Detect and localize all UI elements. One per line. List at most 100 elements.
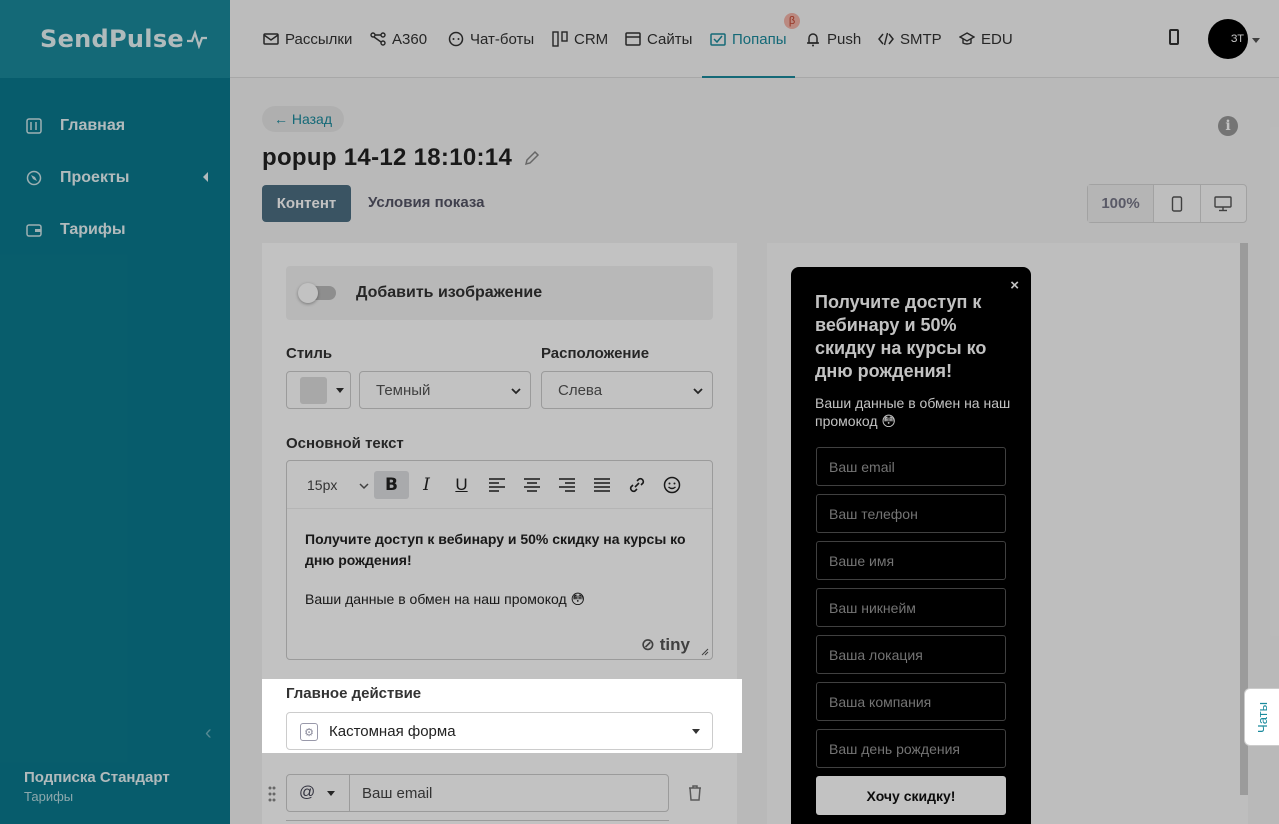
dashboard-icon — [26, 118, 42, 134]
editor-content[interactable]: Получите доступ к вебинару и 50% скидку … — [287, 509, 712, 630]
add-image-toggle[interactable] — [298, 283, 336, 303]
chats-tab[interactable]: Чаты — [1244, 688, 1279, 746]
popup-preview: × Получите доступ к вебинару и 50% скидк… — [791, 267, 1031, 824]
popup-field[interactable]: Ваш телефон — [816, 494, 1006, 533]
popup-field[interactable]: Ваш email — [816, 447, 1006, 486]
sidebar-item-label: Главная — [60, 117, 126, 134]
preview-mode-group: 100% — [1087, 184, 1247, 223]
chevron-down-icon[interactable] — [1252, 38, 1260, 43]
font-size-select[interactable]: 15px — [299, 471, 374, 499]
popup-field[interactable]: Ваша компания — [816, 682, 1006, 721]
topnav-item-popups[interactable]: Попапы — [702, 0, 795, 78]
plan-subtitle[interactable]: Тарифы — [24, 789, 170, 804]
mobile-preview-button[interactable] — [1154, 185, 1201, 222]
topnav-item-push[interactable]: Push — [805, 0, 861, 78]
sidebar-item-label: Проекты — [60, 169, 130, 186]
field-name-input[interactable]: Ваш email — [349, 774, 669, 812]
font-size-value: 15px — [307, 476, 338, 493]
position-select[interactable]: Слева — [541, 371, 713, 409]
color-picker[interactable] — [286, 371, 351, 409]
popup-subtext: Ваши данные в обмен на наш промокод 😳 — [815, 395, 1011, 429]
plan-info[interactable]: Подписка Стандарт Тарифы — [24, 769, 170, 804]
popup-submit-button[interactable]: Хочу скидку! — [816, 776, 1006, 815]
crm-icon — [552, 31, 568, 47]
gear-icon: ⚙ — [300, 723, 318, 741]
topnav-item-chatbots[interactable]: Чат-боты — [448, 0, 534, 78]
chevron-down-icon — [511, 388, 521, 395]
style-select-value: Темный — [376, 381, 431, 399]
chevron-down-icon — [327, 790, 336, 796]
popup-heading: Получите доступ к вебинару и 50% скидку … — [815, 292, 987, 381]
sidebar-item-tariffs[interactable]: Тарифы — [0, 204, 230, 256]
field-type-select[interactable]: @ — [286, 774, 350, 812]
popup-field[interactable]: Ваше имя — [816, 541, 1006, 580]
align-left-icon[interactable] — [479, 471, 514, 499]
style-select[interactable]: Темный — [359, 371, 531, 409]
zoom-level[interactable]: 100% — [1088, 185, 1154, 222]
chevron-down-icon — [336, 387, 344, 393]
sidebar-item-projects[interactable]: Проекты — [0, 152, 230, 204]
back-button[interactable]: ← Назад — [262, 106, 345, 132]
popup-field[interactable]: Ваш никнейм — [816, 588, 1006, 627]
align-justify-icon[interactable] — [584, 471, 619, 499]
projects-icon — [26, 170, 42, 186]
tab-display-conditions[interactable]: Условия показа — [368, 194, 484, 211]
bell-icon — [805, 31, 821, 47]
desktop-preview-button[interactable] — [1201, 185, 1247, 222]
style-label: Стиль — [286, 345, 333, 362]
page-title: popup 14-12 18:10:14 — [262, 144, 513, 171]
sites-icon — [625, 31, 641, 47]
sidebar-item-home[interactable]: Главная — [0, 100, 230, 152]
automation-icon — [370, 31, 386, 47]
tab-content[interactable]: Контент — [262, 185, 351, 222]
underline-icon[interactable]: U — [444, 471, 479, 499]
topnav-item-sites[interactable]: Сайты — [625, 0, 692, 78]
main-action-select[interactable]: ⚙ Кастомная форма — [286, 712, 713, 750]
chevron-down-icon — [693, 388, 703, 395]
mobile-icon — [1171, 195, 1182, 212]
trash-icon[interactable] — [687, 784, 703, 807]
align-right-icon[interactable] — [549, 471, 584, 499]
logo[interactable]: SendPulse — [40, 25, 208, 53]
emoji-icon[interactable] — [654, 471, 689, 499]
topnav-item-crm[interactable]: CRM — [552, 0, 608, 78]
pencil-icon[interactable] — [524, 150, 540, 171]
chevron-down-icon — [692, 729, 700, 734]
expand-caret-icon[interactable] — [203, 172, 208, 182]
logo-text: SendPulse — [40, 25, 184, 53]
logo-area[interactable]: SendPulse — [0, 0, 230, 78]
align-center-icon[interactable] — [514, 471, 549, 499]
avatar[interactable]: ЗТ — [1208, 19, 1248, 59]
topnav-label: CRM — [574, 30, 609, 48]
editor-toolbar: 15px B I U — [287, 461, 712, 509]
topnav-item-a360[interactable]: A360 — [370, 0, 427, 78]
topnav-item-edu[interactable]: EDU — [959, 0, 1013, 78]
add-image-label: Добавить изображение — [356, 284, 543, 301]
popup-field[interactable]: Ваш день рождения — [816, 729, 1006, 768]
popup-field[interactable]: Ваша локация — [816, 635, 1006, 674]
drag-handle-icon[interactable] — [268, 786, 276, 807]
chats-tab-label: Чаты — [1254, 701, 1270, 733]
mobile-app-icon[interactable] — [1169, 29, 1179, 45]
active-tab-underline — [702, 76, 795, 78]
topnav-label: Чат-боты — [470, 30, 535, 48]
bold-icon[interactable]: B — [374, 470, 409, 499]
beta-badge: β — [784, 13, 800, 29]
sidebar-item-label: Тарифы — [60, 221, 126, 238]
main-action-value: Кастомная форма — [329, 722, 456, 740]
resize-handle-icon[interactable] — [701, 648, 709, 656]
graduation-icon — [959, 31, 975, 47]
position-select-value: Слева — [558, 381, 603, 399]
tiny-logo[interactable]: ⊘ tiny — [641, 635, 690, 655]
add-image-row: Добавить изображение — [286, 266, 713, 320]
collapse-sidebar-icon[interactable]: ‹ — [205, 722, 212, 745]
italic-icon[interactable]: I — [409, 471, 444, 499]
wallet-icon — [26, 222, 42, 238]
info-icon[interactable]: i — [1218, 116, 1238, 136]
topnav-item-smtp[interactable]: SMTP — [878, 0, 942, 78]
link-icon[interactable] — [619, 471, 654, 499]
plan-title: Подписка Стандарт — [24, 769, 170, 786]
topnav-label: Сайты — [647, 30, 693, 48]
topnav-label: Push — [827, 30, 862, 48]
topnav-item-mailings[interactable]: Рассылки — [263, 0, 352, 78]
